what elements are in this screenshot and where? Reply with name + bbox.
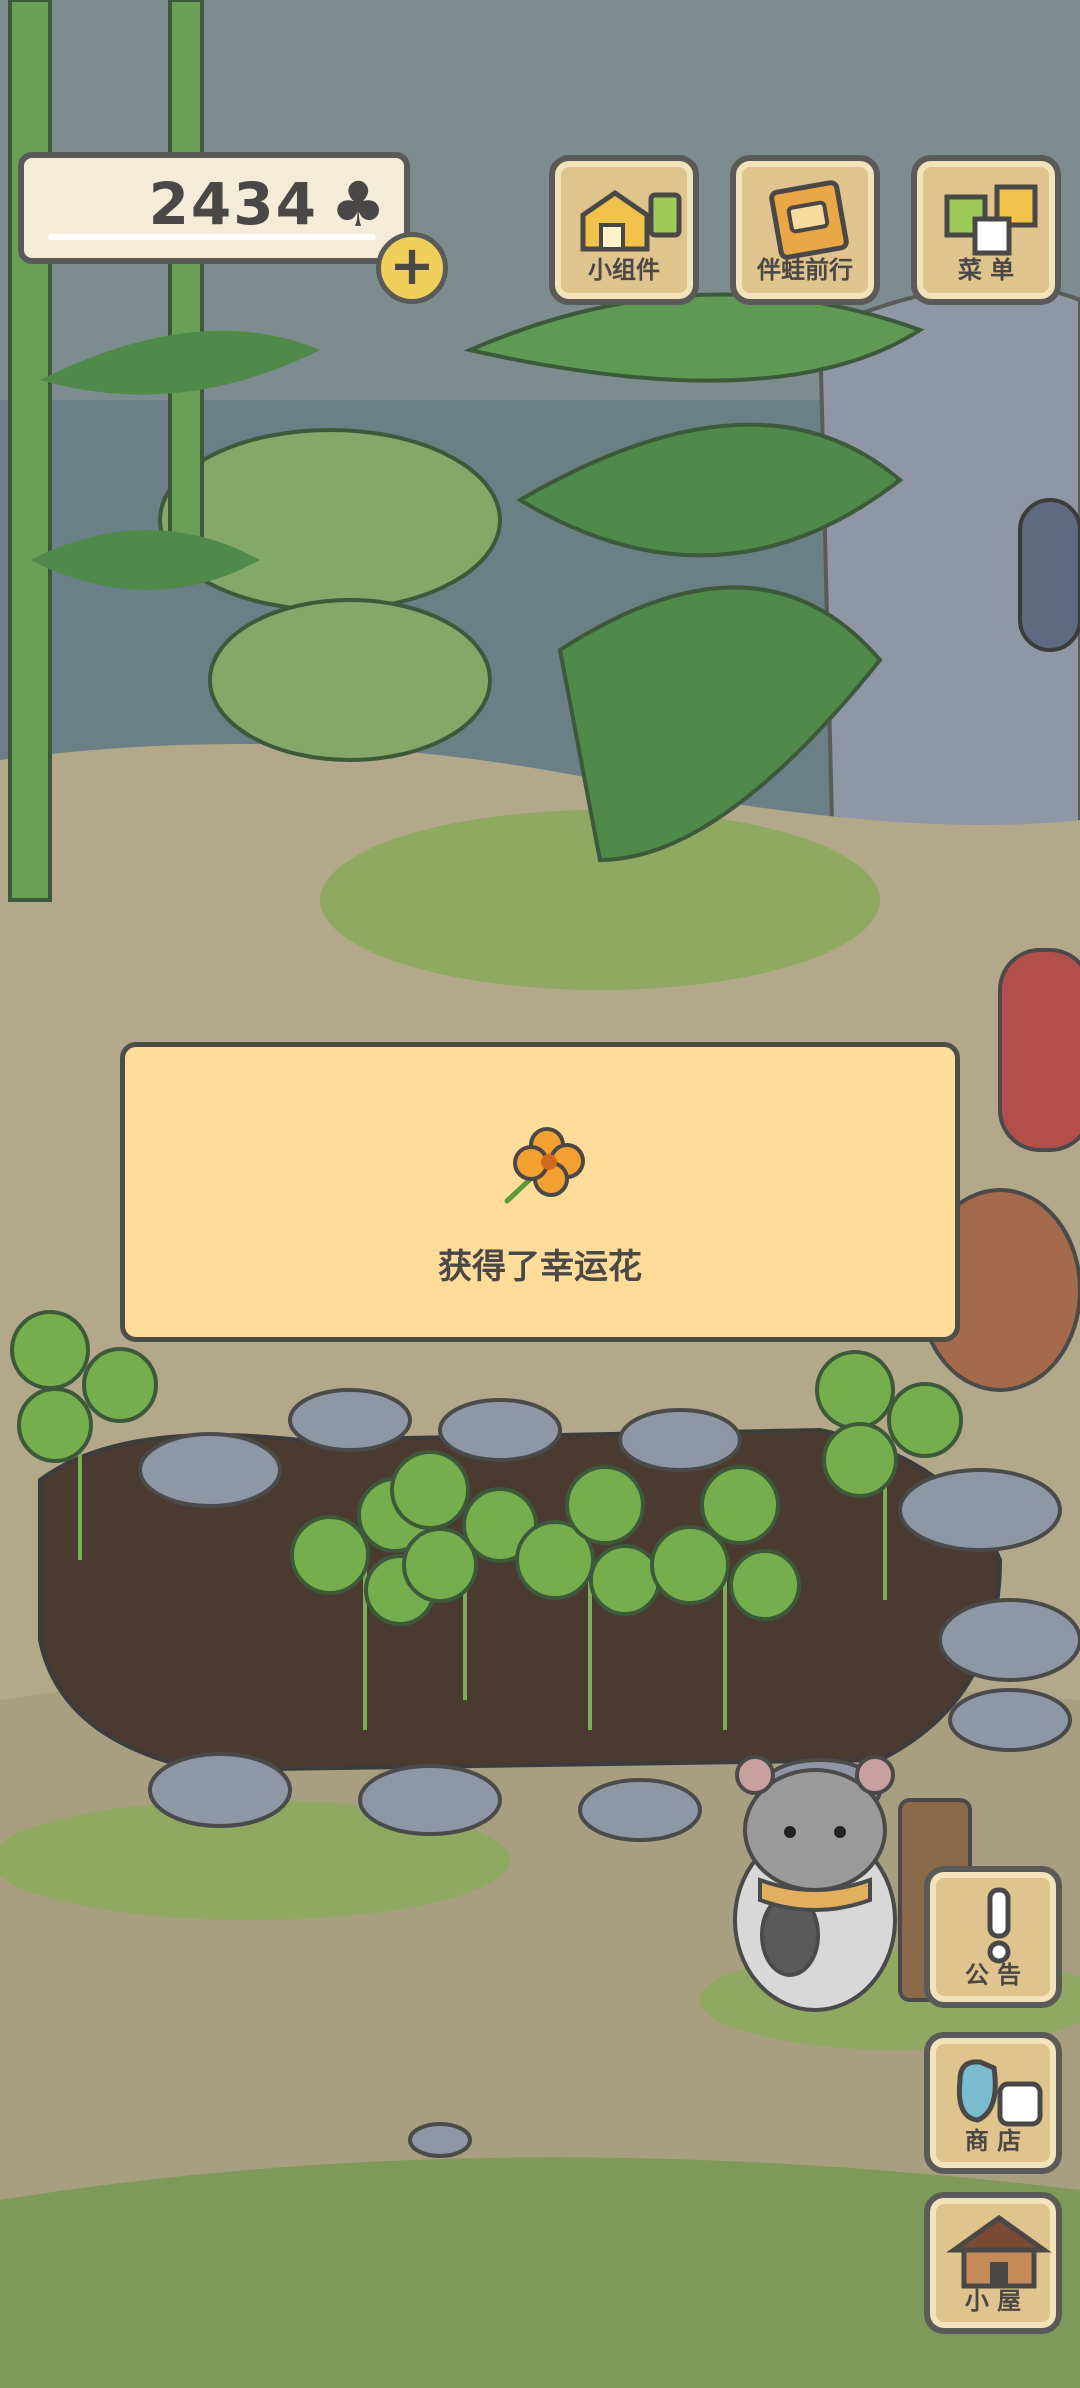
counter-underline xyxy=(48,234,376,240)
widget-label: 小组件 xyxy=(588,256,660,284)
reward-dialog[interactable]: 获得了幸运花 xyxy=(120,1042,960,1342)
menu-button[interactable]: 菜 单 xyxy=(911,155,1061,305)
widget-icon xyxy=(580,189,682,252)
clover-count: 2434 xyxy=(148,170,318,238)
house-label: 小 屋 xyxy=(964,2287,1022,2315)
clover-icon: ♣ xyxy=(330,168,386,241)
journey-label: 伴蛙前行 xyxy=(757,256,853,284)
add-clover-button[interactable]: + xyxy=(376,232,448,304)
notice-icon xyxy=(987,1887,1011,1964)
shop-icon xyxy=(956,2059,1043,2127)
lucky-flower-icon xyxy=(504,1127,585,1204)
reward-message: 获得了幸运花 xyxy=(438,1247,642,1287)
widget-button[interactable]: 小组件 xyxy=(549,155,699,305)
house-button[interactable]: 小 屋 xyxy=(924,2192,1062,2334)
menu-label: 菜 单 xyxy=(957,256,1015,284)
journey-book-icon xyxy=(769,180,849,260)
shop-label: 商 店 xyxy=(964,2127,1022,2155)
hamster-character xyxy=(733,1755,897,2012)
menu-icon xyxy=(944,184,1038,256)
clover-counter: 2434 ♣ xyxy=(18,152,410,264)
notice-label: 公 告 xyxy=(964,1961,1022,1989)
journey-button[interactable]: 伴蛙前行 xyxy=(730,155,880,305)
house-icon xyxy=(946,2214,1052,2289)
notice-button[interactable]: 公 告 xyxy=(924,1866,1062,2008)
shop-button[interactable]: 商 店 xyxy=(924,2032,1062,2174)
